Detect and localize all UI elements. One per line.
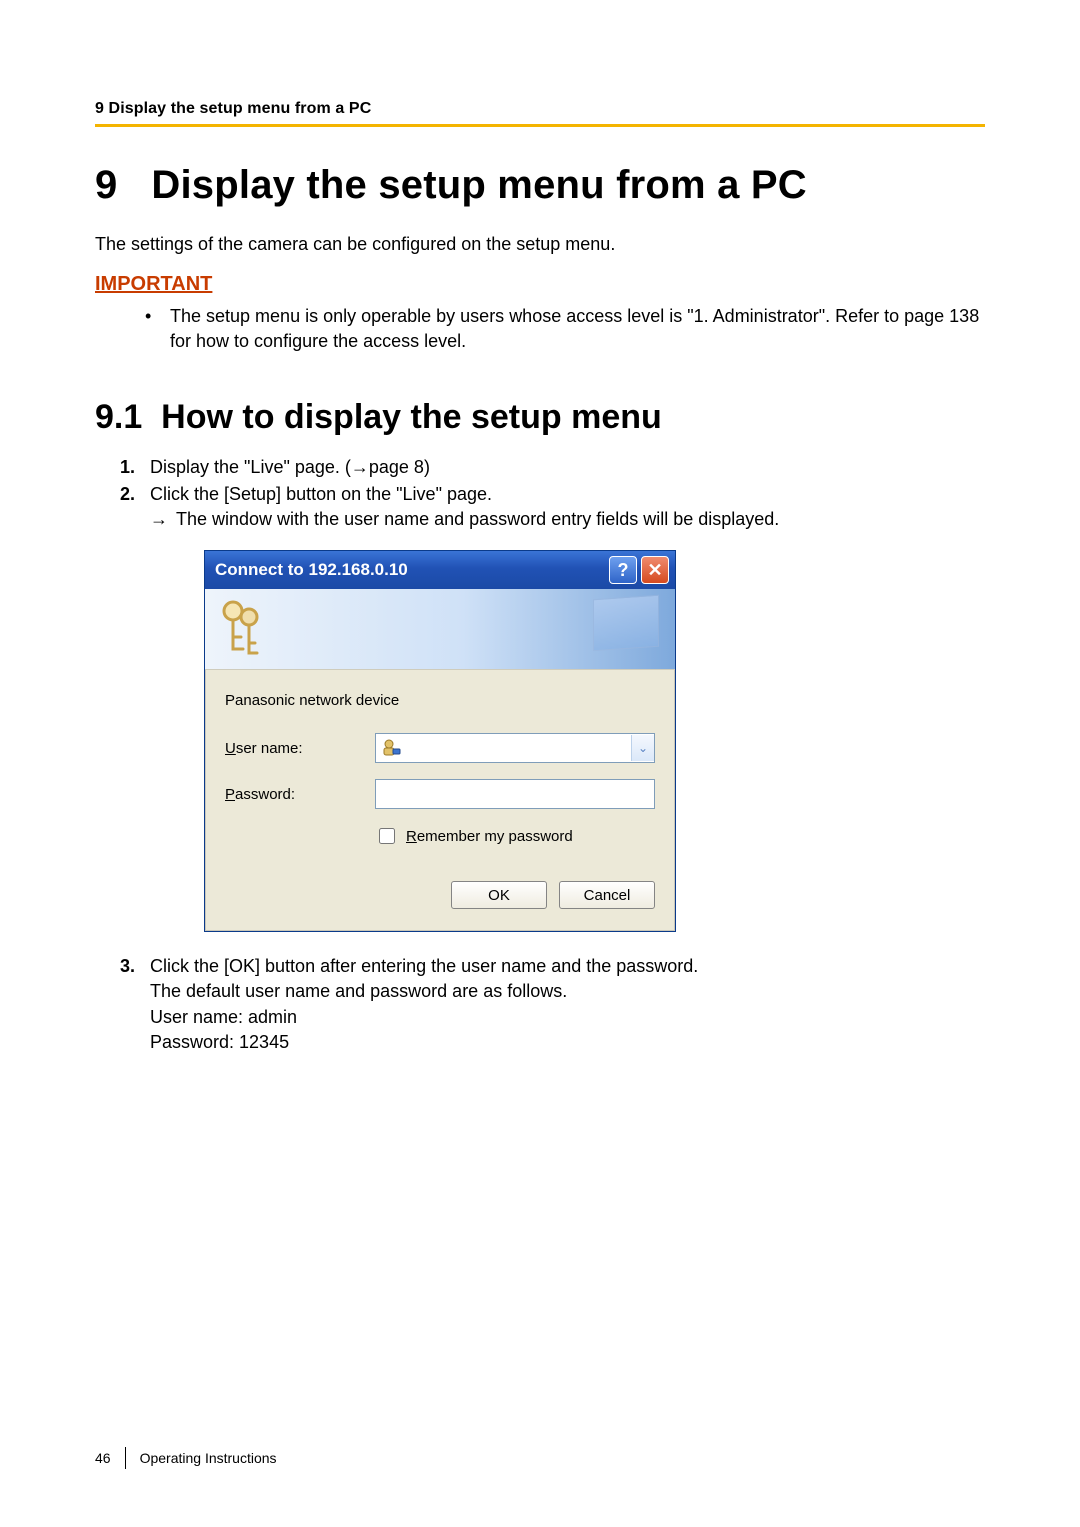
auth-dialog: Connect to 192.168.0.10 ? ✕	[204, 550, 676, 932]
chevron-down-icon: ⌄	[638, 740, 648, 757]
section-number: 9.1	[95, 398, 142, 436]
username-row: User name: ⌄	[225, 733, 655, 763]
section-heading: 9.1 How to display the setup menu	[95, 398, 985, 437]
password-row: Password:	[225, 779, 655, 809]
step-2: Click the [Setup] button on the "Live" p…	[150, 482, 985, 932]
password-input[interactable]	[376, 781, 654, 807]
important-note: The setup menu is only operable by users…	[170, 304, 985, 354]
password-field-wrap[interactable]	[375, 779, 655, 809]
page-footer: 46 Operating Instructions	[95, 1447, 277, 1469]
username-dropdown-button[interactable]: ⌄	[631, 735, 654, 761]
important-note-list: The setup menu is only operable by users…	[95, 304, 985, 354]
dialog-banner	[205, 589, 675, 670]
keys-icon	[215, 597, 269, 661]
chapter-number: 9	[95, 163, 117, 207]
header-rule	[95, 124, 985, 127]
section-title: How to display the setup menu	[161, 398, 662, 436]
running-header: 9 Display the setup menu from a PC	[95, 100, 985, 118]
doc-title: Operating Instructions	[140, 1450, 277, 1466]
step-1: Display the "Live" page. (→page 8)	[150, 455, 985, 480]
arrow-icon: →	[150, 507, 176, 532]
password-label: Password:	[225, 784, 375, 805]
username-label: User name:	[225, 738, 375, 759]
realm-text: Panasonic network device	[225, 690, 655, 711]
footer-separator	[125, 1447, 126, 1469]
chapter-heading: 9 Display the setup menu from a PC	[95, 163, 985, 208]
step-2-result: →The window with the user name and passw…	[150, 507, 985, 532]
help-icon: ?	[618, 558, 629, 583]
chapter-title: Display the setup menu from a PC	[151, 163, 806, 207]
user-icon	[380, 737, 402, 759]
username-combo[interactable]: ⌄	[375, 733, 655, 763]
steps-list: Display the "Live" page. (→page 8) Click…	[95, 455, 985, 1055]
remember-row: Remember my password	[375, 825, 655, 847]
close-icon: ✕	[647, 558, 662, 583]
server-icon	[593, 597, 659, 649]
page-number: 46	[95, 1450, 111, 1466]
important-label: IMPORTANT	[95, 273, 985, 296]
help-button[interactable]: ?	[609, 556, 637, 584]
dialog-title: Connect to 192.168.0.10	[215, 558, 605, 582]
remember-checkbox[interactable]	[379, 828, 395, 844]
cancel-button[interactable]: Cancel	[559, 881, 655, 909]
dialog-titlebar: Connect to 192.168.0.10 ? ✕	[205, 551, 675, 589]
auth-dialog-figure: Connect to 192.168.0.10 ? ✕	[204, 550, 985, 932]
username-input[interactable]	[406, 735, 631, 761]
step-3: Click the [OK] button after entering the…	[150, 954, 985, 1055]
ok-button[interactable]: OK	[451, 881, 547, 909]
close-button[interactable]: ✕	[641, 556, 669, 584]
remember-label: Remember my password	[406, 826, 573, 847]
intro-paragraph: The settings of the camera can be config…	[95, 234, 985, 255]
